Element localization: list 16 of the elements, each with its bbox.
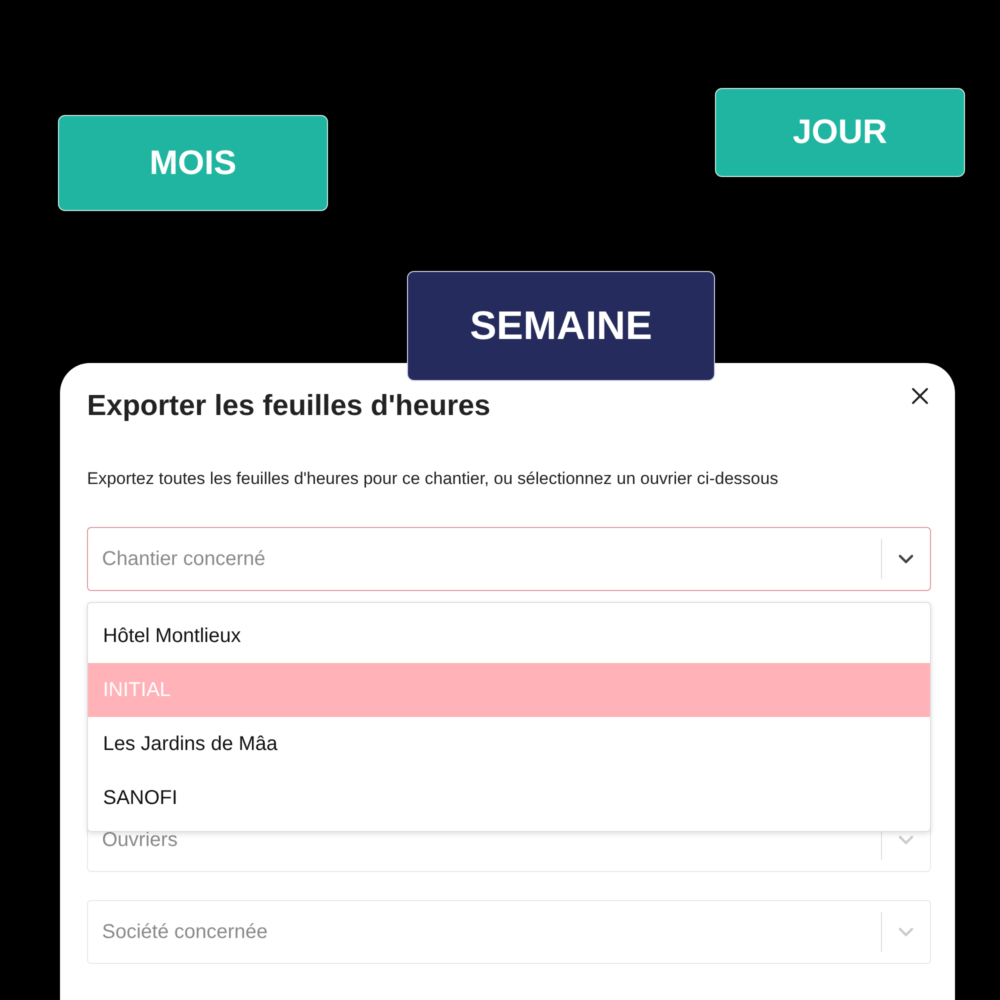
dialog-description: Exportez toutes les feuilles d'heures pour ce chantier, ou sélectionnez un ouvrier ci-dessous [87, 469, 780, 489]
chevron-down-icon [898, 554, 914, 564]
dropdown-option[interactable]: Les Jardins de Mâa [88, 717, 930, 771]
close-icon[interactable] [911, 387, 929, 405]
period-button[interactable]: JOUR [715, 88, 965, 177]
select-placeholder: Ouvriers [102, 828, 179, 852]
select-field[interactable]: Société concernée [87, 900, 931, 964]
chevron-down-icon [898, 835, 914, 845]
select-field[interactable]: Chantier concerné [87, 527, 931, 591]
period-button[interactable]: SEMAINE [407, 271, 715, 381]
select-placeholder: Société concernée [102, 920, 269, 944]
select-placeholder: Chantier concerné [102, 548, 266, 570]
dropdown-option[interactable]: Hôtel Montlieux [88, 609, 930, 663]
dialog-title: Exporter les feuilles d'heures [87, 390, 490, 423]
period-button[interactable]: MOIS [58, 115, 328, 211]
chevron-down-icon [898, 927, 914, 937]
